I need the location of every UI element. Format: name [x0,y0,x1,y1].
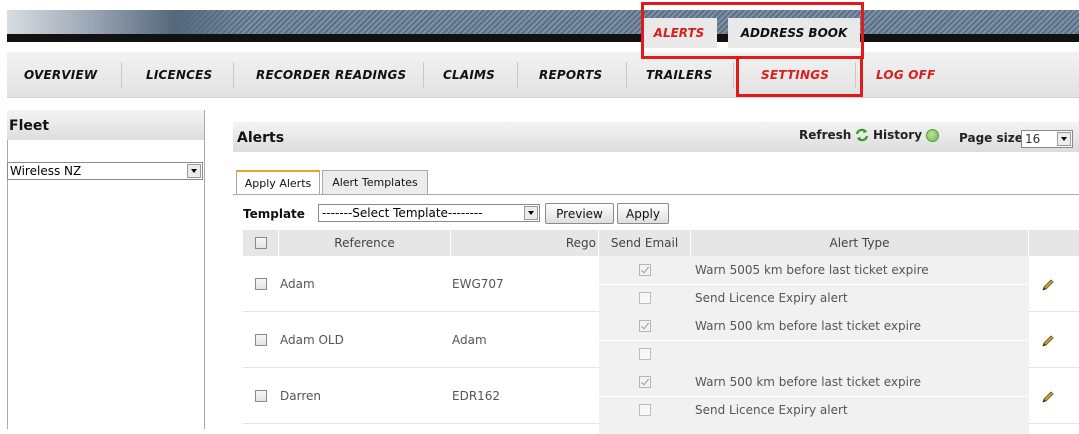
nav-overview[interactable]: OVERVIEW [24,52,97,98]
rego-cell: EWG707 [452,277,504,291]
history-button[interactable]: History [873,128,940,142]
header-actions [1029,230,1079,256]
history-icon [926,128,940,142]
reference-cell: Adam OLD [280,333,344,347]
reference-cell: Darren [280,389,321,403]
fleet-select-value: Wireless NZ [10,164,82,178]
refresh-icon [855,128,869,142]
alerts-panel-header: Alerts Refresh History Page size 16 [233,122,1079,152]
row-checkbox-cell [255,312,267,368]
send-email-cell [599,424,691,434]
nav-recorder-readings[interactable]: RECORDER READINGS [256,52,406,98]
chevron-down-icon[interactable] [187,164,201,178]
send-email-checkbox-cell [639,340,651,368]
refresh-label: Refresh [799,128,852,142]
nav-divider [423,62,424,88]
table-row: Adam EWG707 Warn 5005 km before last tic… [243,256,1079,312]
tab-alert-templates[interactable]: Alert Templates [322,170,428,194]
nav-divider [733,62,734,88]
page-title: Alerts [237,130,285,146]
nav-licences[interactable]: LICENCES [146,52,212,98]
page-size-value: 16 [1025,132,1041,146]
send-email-checkbox[interactable] [639,348,651,360]
chevron-down-icon[interactable] [1057,132,1071,146]
history-label: History [873,128,923,142]
nav-divider [517,62,518,88]
fleet-select[interactable]: Wireless NZ [7,162,203,180]
edit-pencil-icon[interactable] [1041,390,1055,404]
row-checkbox[interactable] [255,334,267,346]
nav-trailers[interactable]: TRAILERS [646,52,713,98]
nav-divider [855,62,856,88]
sidebar-title: Fleet [7,110,204,140]
send-email-checkbox-cell [639,284,651,312]
header-banner [0,0,1079,52]
nav-log-off[interactable]: LOG OFF [876,52,935,98]
preview-button[interactable]: Preview [545,203,614,224]
header-rego[interactable]: Rego [451,230,599,256]
send-email-checkbox[interactable] [639,292,651,304]
tab-apply-alerts[interactable]: Apply Alerts [236,170,320,195]
nav-settings[interactable]: SETTINGS [761,52,829,98]
chevron-down-icon[interactable] [524,206,538,220]
row-checkbox[interactable] [255,278,267,290]
top-tab-alerts[interactable]: ALERTS [641,18,717,48]
alert-type-text: Send Licence Expiry alert [695,403,848,417]
banner-image [7,10,1079,42]
rego-cell: Adam [452,333,487,347]
alert-type-cell [691,424,1029,434]
table-row [243,424,1079,434]
alert-type-text: Warn 500 km before last ticket expire [695,319,921,333]
template-label: Template [243,207,305,221]
nav-claims[interactable]: CLAIMS [443,52,495,98]
header-reference[interactable]: Reference [279,230,451,256]
apply-button[interactable]: Apply [617,203,669,224]
nav-reports[interactable]: REPORTS [539,52,602,98]
table-row: Darren EDR162 Warn 500 km before last ti… [243,368,1079,424]
row-checkbox-cell [255,368,267,424]
nav-divider [233,62,234,88]
page-size-label: Page size [959,131,1023,145]
alert-type-text: Warn 5005 km before last ticket expire [695,263,929,277]
nav-divider [121,62,122,88]
top-tab-address-book[interactable]: ADDRESS BOOK [728,18,860,48]
send-email-checkbox-cell [639,312,651,340]
send-email-checkbox[interactable] [639,264,651,276]
row-divider [599,340,1029,341]
template-select-value: -------Select Template-------- [322,206,483,220]
template-select[interactable]: -------Select Template-------- [318,204,540,222]
send-email-checkbox[interactable] [639,376,651,388]
send-email-checkbox[interactable] [639,404,651,416]
page-size-select[interactable]: 16 [1021,130,1073,148]
rego-cell: EDR162 [452,389,501,403]
alert-type-text: Send Licence Expiry alert [695,291,848,305]
header-alert-type[interactable]: Alert Type [691,230,1029,256]
edit-pencil-icon[interactable] [1041,334,1055,348]
refresh-button[interactable]: Refresh [799,128,869,142]
send-email-checkbox-cell [639,256,651,284]
send-email-checkbox-cell [639,368,651,396]
table-header: Reference Rego Send Email Alert Type [243,230,1079,256]
header-send-email[interactable]: Send Email [599,230,691,256]
select-all-checkbox[interactable] [254,237,267,249]
edit-pencil-icon[interactable] [1041,278,1055,292]
alert-type-text: Warn 500 km before last ticket expire [695,375,921,389]
row-checkbox[interactable] [255,390,267,402]
row-checkbox-cell [255,256,267,312]
send-email-checkbox[interactable] [639,320,651,332]
nav-divider [626,62,627,88]
select-all-cell [243,230,279,256]
send-email-checkbox-cell [639,396,651,424]
sidebar: Fleet Wireless NZ [7,110,205,429]
tab-divider [233,194,1079,195]
main-nav: OVERVIEW LICENCES RECORDER READINGS CLAI… [7,52,1079,98]
reference-cell: Adam [280,277,315,291]
table-row: Adam OLD Adam Warn 500 km before last ti… [243,312,1079,368]
